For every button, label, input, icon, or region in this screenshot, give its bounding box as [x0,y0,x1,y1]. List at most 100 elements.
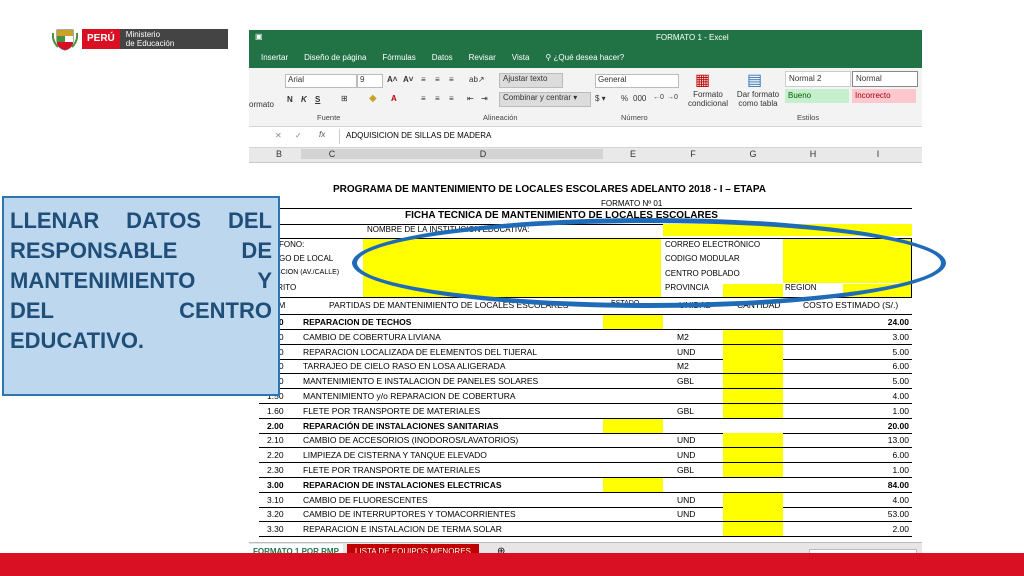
formula-input[interactable]: ADQUISICION DE SILLAS DE MADERA [339,129,920,144]
align-right-icon[interactable]: ≡ [449,94,454,103]
fill-color-icon[interactable]: ◆ [369,93,377,104]
cantidad-fill[interactable] [723,507,783,522]
font-size-select[interactable]: 9 [357,74,383,88]
table-row[interactable]: 2.10 CAMBIO DE ACCESORIOS (INODOROS/LAVAT… [259,433,912,449]
col-header-h[interactable]: H [783,149,843,159]
table-row[interactable]: 3.30 REPARACION E INSTALACION DE TERMA SO… [259,522,912,538]
cantidad-fill[interactable] [723,374,783,389]
currency-icon[interactable]: $ ▾ [595,94,606,103]
group-alineacion: Alineación [483,113,518,122]
estado-fill[interactable] [603,418,663,433]
align-bottom-icon[interactable]: ≡ [449,75,454,84]
tab-datos[interactable]: Datos [432,53,453,62]
sheet-title[interactable]: PROGRAMA DE MANTENIMIENTO DE LOCALES ESC… [333,184,766,195]
merge-center-button[interactable]: Combinar y centrar ▾ [499,92,591,107]
style-bueno[interactable]: Bueno [785,89,849,103]
italic-button[interactable]: K [301,95,307,104]
row-description: CAMBIO DE INTERRUPTORES Y TOMACORRIENTES [303,509,516,520]
estado-fill[interactable] [603,477,663,492]
cantidad-fill[interactable] [723,492,783,507]
cantidad-fill[interactable] [723,433,783,448]
align-top-icon[interactable]: ≡ [421,75,426,84]
cantidad-fill[interactable] [723,389,783,403]
thousands-button[interactable]: 000 [633,94,646,103]
col-header-b[interactable]: B [259,149,299,159]
number-format-select[interactable]: General [595,74,679,88]
col-header-e[interactable]: E [603,149,663,159]
cantidad-fill[interactable] [723,344,783,359]
row-unit: M2 [677,361,689,372]
cantidad-fill[interactable] [723,522,783,537]
tab-vista[interactable]: Vista [512,53,530,62]
col-header-f[interactable]: F [663,149,723,159]
conditional-format-button[interactable]: Formato condicional [685,90,731,108]
row-cost: 5.00 [892,346,909,357]
orientation-icon[interactable]: ab↗ [469,75,485,84]
format-number[interactable]: FORMATO Nº 01 [601,199,662,208]
col-header-i[interactable]: I [843,149,913,159]
percent-button[interactable]: % [621,94,628,103]
align-center-icon[interactable]: ≡ [435,94,440,103]
cantidad-fill[interactable] [723,448,783,463]
font-color-icon[interactable]: A [391,94,397,103]
tell-me-search[interactable]: ⚲ ¿Qué desea hacer? [545,53,624,62]
table-row[interactable]: 3.10 CAMBIO DE FLUORESCENTES UND 4.00 [259,492,912,508]
borders-icon[interactable]: ⊞ [341,94,348,103]
format-painter-label[interactable]: ormato [249,100,274,109]
table-row[interactable]: 1.30TARRAJEO DE CIELO RASO EN LOSA ALIGE… [259,359,912,375]
table-row[interactable]: 1.40MANTENIMIENTO E INSTALACION DE PANEL… [259,374,912,390]
ribbon-tabs: Insertar Diseño de página Fórmulas Datos… [249,46,922,68]
cantidad-fill[interactable] [723,463,783,477]
excel-app-icon[interactable]: ▣ [255,32,263,41]
tab-formulas[interactable]: Fórmulas [382,53,415,62]
underline-button[interactable]: S [315,95,320,104]
cantidad-fill[interactable] [723,329,783,344]
style-normal2[interactable]: Normal 2 [785,71,851,87]
row-item: 3.10 [267,494,284,505]
cantidad-fill[interactable] [723,359,783,374]
increase-indent-icon[interactable]: ⇥ [481,94,488,103]
table-row[interactable]: 3.00 REPARACION DE INSTALACIONES ELECTRIC… [259,477,912,493]
style-normal[interactable]: Normal [852,71,918,87]
table-row[interactable]: 2.30 FLETE POR TRANSPORTE DE MATERIALES GB… [259,463,912,478]
tab-revisar[interactable]: Revisar [469,53,496,62]
row-cost: 3.00 [892,331,909,342]
decrease-font-icon[interactable]: A˅ [403,75,413,84]
col-header-c[interactable]: C [301,149,363,159]
estado-fill[interactable] [603,315,663,329]
increase-font-icon[interactable]: A˄ [387,75,397,84]
font-name-select[interactable]: Arial [285,74,357,88]
table-row[interactable]: 1.50 MANTENIMIENTO y/o REPARACION DE COBE… [259,389,912,404]
tab-insertar[interactable]: Insertar [261,53,288,62]
table-row[interactable]: 1.60 FLETE POR TRANSPORTE DE MATERIALES GB… [259,403,912,419]
table-row[interactable]: 2.20 LIMPIEZA DE CISTERNA Y TANQUE ELEVAD… [259,448,912,464]
bold-button[interactable]: N [287,95,293,104]
wrap-text-button[interactable]: Ajustar texto [499,73,563,88]
align-left-icon[interactable]: ≡ [421,94,426,103]
decrease-decimal-icon[interactable]: →0 [667,94,678,101]
fx-label[interactable]: fx [319,130,325,139]
cancel-icon[interactable]: ✕ [275,131,282,140]
row-item: 3.30 [267,524,284,535]
align-middle-icon[interactable]: ≡ [435,75,440,84]
table-row[interactable]: 1.20REPARACION LOCALIZADA DE ELEMENTOS D… [259,344,912,360]
table-row[interactable]: 3.20 CAMBIO DE INTERRUPTORES Y TOMACORRIE… [259,507,912,523]
increase-decimal-icon[interactable]: ←0 [653,94,664,101]
table-format-icon: ▤ [747,72,763,89]
decrease-indent-icon[interactable]: ⇤ [467,94,474,103]
table-format-button[interactable]: Dar formato como tabla [735,90,781,108]
table-row[interactable]: 2.00 REPARACIÓN DE INSTALACIONES SANITARI… [259,418,912,434]
formula-value: ADQUISICION DE SILLAS DE MADERA [346,131,492,140]
enter-icon[interactable]: ✓ [295,131,302,140]
tab-diseno-pagina[interactable]: Diseño de página [304,53,366,62]
row-description: LIMPIEZA DE CISTERNA Y TANQUE ELEVADO [303,450,487,461]
cantidad-fill[interactable] [723,403,783,418]
formula-bar: ✕ ✓ fx ADQUISICION DE SILLAS DE MADERA [249,127,922,148]
table-row[interactable]: 1.10CAMBIO DE COBERTURA LIVIANAM23.00 [259,329,912,345]
callout-line5: EDUCATIVO. [10,328,145,353]
col-header-g[interactable]: G [723,149,783,159]
row-item: 2.30 [267,465,284,475]
col-header-d[interactable]: D [363,149,603,159]
table-row[interactable]: 1.00REPARACION DE TECHOS24.00 [259,315,912,330]
style-incorrecto[interactable]: Incorrecto [852,89,916,103]
